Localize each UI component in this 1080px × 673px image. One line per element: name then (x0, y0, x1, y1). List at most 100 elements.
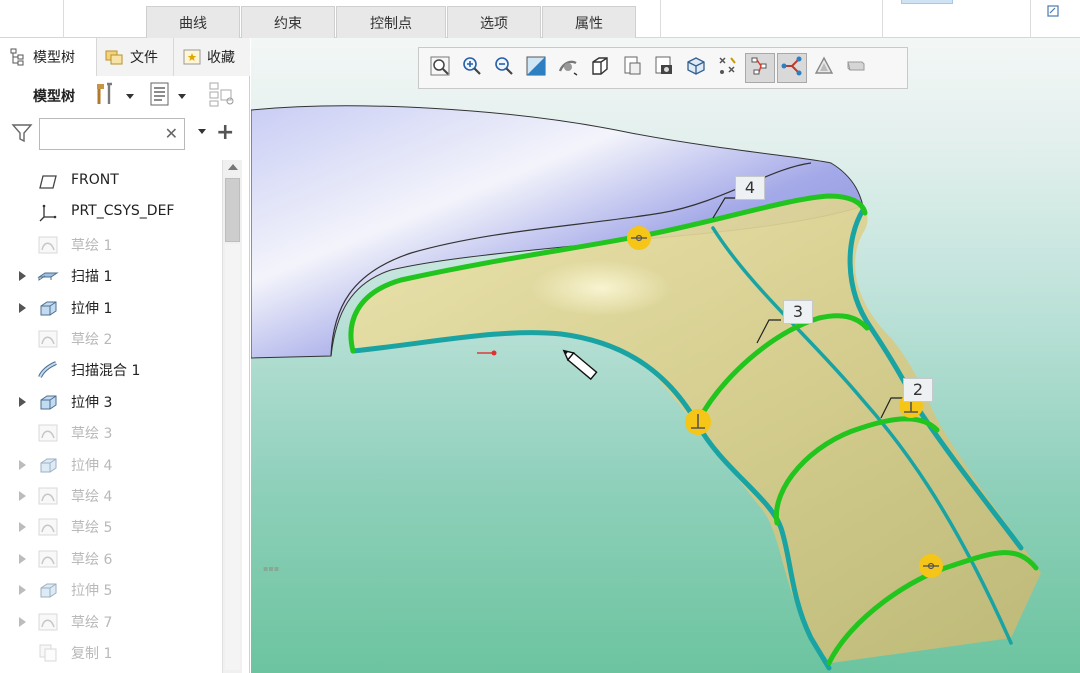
chevron-right-icon[interactable] (19, 302, 26, 313)
tree-settings-button[interactable] (148, 82, 186, 110)
tree-structure-icon (8, 48, 28, 66)
extrude-icon (37, 298, 59, 318)
add-icon[interactable]: + (216, 120, 234, 145)
tree-search-input[interactable] (44, 120, 164, 148)
chevron-right-icon[interactable] (19, 585, 26, 596)
tree-tools-button[interactable] (94, 82, 134, 110)
ribbon-corner-icon[interactable] (1044, 2, 1062, 20)
tree-item-label: 草绘 4 (71, 489, 113, 505)
tab-options[interactable]: 选项 (447, 6, 541, 38)
zoom-in-icon (461, 55, 483, 81)
tab-label: 模型树 (33, 50, 75, 66)
copy-icon (37, 643, 59, 663)
tab-properties[interactable]: 属性 (542, 6, 636, 38)
sketch-icon (37, 235, 59, 255)
chevron-right-icon[interactable] (19, 271, 26, 282)
ribbon-separator (660, 0, 661, 38)
filter-icon[interactable] (11, 122, 33, 148)
model-tree-item[interactable]: 拉伸 3 (0, 388, 222, 416)
tree-item-label: 扫描 1 (71, 269, 113, 286)
sketch-icon (37, 517, 59, 537)
tab-constraints[interactable]: 约束 (241, 6, 335, 38)
tab-favorites[interactable]: 收藏 (173, 38, 250, 76)
constraint-marker-tangent[interactable] (627, 226, 651, 250)
ribbon-separator (882, 0, 883, 38)
chevron-right-icon[interactable] (19, 396, 26, 407)
view-orientation-button[interactable] (585, 53, 615, 83)
repaint-button[interactable] (521, 53, 551, 83)
model-tree-item[interactable]: 草绘 4 (0, 482, 222, 510)
appearance-button[interactable] (841, 53, 871, 83)
zoom-fit-button[interactable] (425, 53, 455, 83)
scrollbar-thumb[interactable] (225, 178, 240, 242)
control-polygon-icon (749, 55, 771, 81)
chevron-right-icon[interactable] (19, 522, 26, 533)
ribbon-control[interactable] (901, 0, 953, 4)
model-tree-toolbar: 模型树 (0, 80, 250, 114)
saved-views-icon (621, 55, 643, 81)
chevron-down-icon[interactable] (198, 129, 206, 134)
tab-files[interactable]: 文件 (96, 38, 173, 76)
pick-point-marker (477, 350, 497, 356)
dimension-label-4[interactable]: 4 (735, 176, 765, 200)
model-tree-item[interactable]: FRONT (0, 168, 222, 196)
model-tree-item[interactable]: 草绘 7 (0, 608, 222, 636)
extrude-icon (37, 455, 59, 475)
display-style-button[interactable] (649, 53, 679, 83)
list-settings-icon (148, 81, 172, 111)
close-icon[interactable]: ✕ (165, 124, 178, 143)
tree-columns-icon (208, 81, 236, 111)
datum-display-icon (717, 55, 739, 81)
shading-analysis-button[interactable] (809, 53, 839, 83)
zoom-in-button[interactable] (457, 53, 487, 83)
sketch-icon (37, 329, 59, 349)
chevron-right-icon[interactable] (19, 616, 26, 627)
sketch-icon (37, 549, 59, 569)
model-tree-item[interactable]: 拉伸 5 (0, 576, 222, 604)
chevron-right-icon[interactable] (19, 553, 26, 564)
graphics-window[interactable]: 4 3 2 ▪▪▪ (251, 38, 1080, 673)
model-canvas[interactable] (251, 38, 1080, 673)
model-tree-item[interactable]: 拉伸 1 (0, 294, 222, 322)
swept-blend-icon (37, 360, 59, 380)
curve-connections-button[interactable] (777, 53, 807, 83)
navigator-panel: 模型树 文件 收藏 模型树 ✕ + FRONT PRT_CSYS_DEF 草绘 … (0, 38, 250, 673)
curve-connections-icon (781, 55, 803, 81)
tab-curves[interactable]: 曲线 (146, 6, 240, 38)
zoom-out-button[interactable] (489, 53, 519, 83)
tree-scrollbar[interactable] (222, 160, 242, 673)
model-tree-item[interactable]: 扫描混合 1 (0, 356, 222, 384)
datum-display-button[interactable] (713, 53, 743, 83)
model-tree-item[interactable]: 拉伸 4 (0, 451, 222, 479)
display-style-icon (653, 55, 675, 81)
model-tree-item[interactable]: 草绘 1 (0, 231, 222, 259)
tab-label: 文件 (130, 50, 158, 66)
tree-filter-button[interactable] (208, 82, 236, 110)
control-polygon-button[interactable] (745, 53, 775, 83)
navigator-tabs: 模型树 文件 收藏 (0, 38, 250, 76)
model-tree-item[interactable]: 复制 1 (0, 639, 222, 667)
section-view-button[interactable] (681, 53, 711, 83)
tab-control-points[interactable]: 控制点 (336, 6, 446, 38)
saved-views-button[interactable] (617, 53, 647, 83)
model-tree-item[interactable]: 草绘 2 (0, 325, 222, 353)
dimension-label-2[interactable]: 2 (903, 378, 933, 402)
tree-item-label: 扫描混合 1 (71, 363, 141, 380)
tab-model-tree[interactable]: 模型树 (0, 38, 96, 76)
chevron-right-icon[interactable] (19, 491, 26, 501)
model-tree-item[interactable]: 草绘 5 (0, 513, 222, 541)
tree-item-label: 复制 1 (71, 646, 113, 662)
sketch-icon (37, 486, 59, 506)
chevron-right-icon[interactable] (19, 459, 26, 470)
model-tree-item[interactable]: 草绘 3 (0, 419, 222, 447)
scroll-up-icon[interactable] (228, 164, 238, 170)
dimension-label-3[interactable]: 3 (783, 300, 813, 324)
model-tree-item[interactable]: PRT_CSYS_DEF (0, 199, 222, 227)
model-tree-item[interactable]: 草绘 6 (0, 545, 222, 573)
constraint-marker-tangent[interactable] (919, 554, 943, 578)
spin-center-button[interactable] (553, 53, 583, 83)
model-tree-item[interactable]: 扫描 1 (0, 262, 222, 290)
constraint-marker-normal[interactable] (685, 409, 711, 435)
zoom-out-icon (493, 55, 515, 81)
sweep-icon (37, 266, 59, 286)
